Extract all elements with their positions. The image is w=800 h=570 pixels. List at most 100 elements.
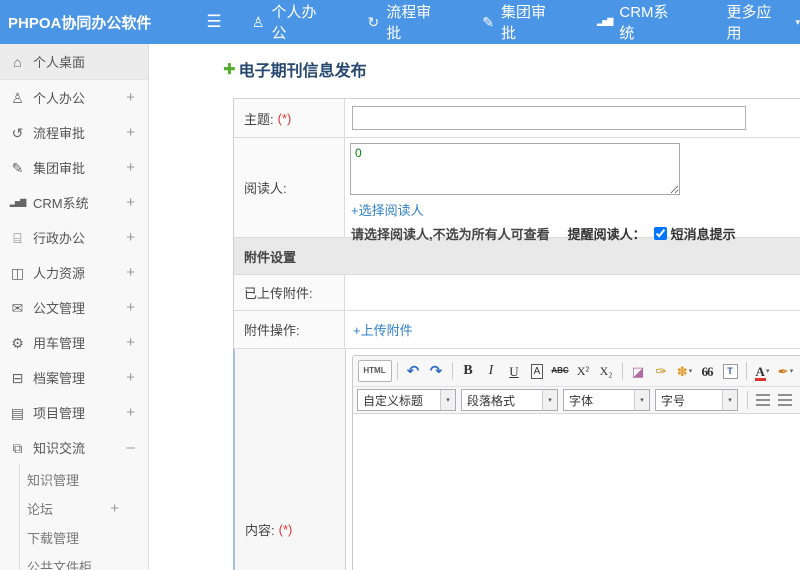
underline-icon[interactable]: U [504, 361, 525, 382]
sidebar-item-human-resources[interactable]: ◫ 人力资源 + [0, 255, 148, 290]
content-label: 内容: [245, 522, 275, 538]
nav-crm-system[interactable]: ▂▅▇ CRM系统 [597, 1, 693, 43]
readers-label: 阅读人: [244, 181, 287, 196]
expand-toggle-icon[interactable]: + [126, 229, 135, 246]
required-mark: (*) [277, 110, 292, 126]
italic-icon[interactable]: I [481, 361, 502, 382]
expand-toggle-icon[interactable]: + [110, 500, 119, 517]
attachment-action-label: 附件操作: [244, 323, 300, 338]
expand-toggle-icon[interactable]: + [126, 369, 135, 386]
eraser-icon[interactable]: ◪ [628, 361, 649, 382]
font-color-icon[interactable]: A ▾ [752, 361, 773, 382]
edit-icon: ✎ [11, 159, 24, 176]
uploaded-attachments-label: 已上传附件: [244, 286, 313, 301]
nav-workflow-approval[interactable]: ↻ 流程审批 [367, 1, 455, 43]
sidebar-item-public-file-cabinet[interactable]: 公共文件柜 [0, 552, 148, 570]
sidebar-item-workflow-approval[interactable]: ↺ 流程审批 + [0, 115, 148, 150]
attachment-action-row: 附件操作: +上传附件 [233, 311, 800, 349]
sidebar-item-crm-system[interactable]: ▂▅▇ CRM系统 + [0, 185, 148, 220]
expand-toggle-icon[interactable]: + [126, 404, 135, 421]
font-box-icon[interactable]: A [527, 361, 548, 382]
sidebar-item-group-approval[interactable]: ✎ 集团审批 + [0, 150, 148, 185]
undo-icon[interactable]: ↶ [403, 361, 424, 382]
font-family-select[interactable]: 字体 ▾ [563, 389, 650, 411]
sidebar-item-vehicle-management[interactable]: ⚙ 用车管理 + [0, 325, 148, 360]
page-title: ✚ 电子期刊信息发布 [223, 57, 800, 81]
paste-text-icon[interactable]: T [720, 361, 741, 382]
expand-toggle-icon[interactable]: + [126, 159, 135, 176]
sidebar-item-archive-management[interactable]: ⊟ 档案管理 + [0, 360, 148, 395]
sidebar-item-personal-desktop[interactable]: ⌂ 个人桌面 [0, 44, 148, 80]
blockquote-icon[interactable]: 66 [697, 361, 718, 382]
sidebar-item-download-management[interactable]: 下载管理 [0, 523, 148, 552]
book-icon: ◫ [10, 264, 25, 281]
project-icon: ▤ [10, 404, 25, 421]
expand-toggle-icon[interactable]: – [127, 439, 135, 456]
top-nav: ♙ 个人办公 ↻ 流程审批 ✎ 集团审批 ▂▅▇ CRM系统 更多应用 ▾ [225, 1, 800, 43]
source-code-button[interactable]: HTML [358, 360, 392, 382]
sms-remind-checkbox[interactable] [653, 227, 667, 240]
readers-hint: 请选择阅读人,不选为所有人可查看 [351, 227, 550, 242]
subscript-icon[interactable]: X₂ [596, 361, 617, 382]
sidebar-item-project-management[interactable]: ▤ 项目管理 + [0, 395, 148, 430]
format-brush-icon[interactable]: ✑ [651, 361, 672, 382]
edit-icon: ✎ [482, 14, 494, 30]
publish-form: 主题: (*) 阅读人: 0 +选择阅读人 请选择阅读人,不选为所有人可查看 提… [233, 98, 800, 570]
required-mark: (*) [278, 521, 293, 537]
editor-toolbar-row2: 自定义标题 ▾ 段落格式 ▾ 字体 ▾ 字号 ▾ [353, 387, 800, 414]
font-size-select[interactable]: 字号 ▾ [655, 389, 738, 411]
nav-group-approval[interactable]: ✎ 集团审批 [482, 1, 570, 43]
uploaded-attachments-row: 已上传附件: [233, 275, 800, 311]
expand-toggle-icon[interactable]: + [126, 124, 135, 141]
workflow-icon: ↻ [367, 14, 380, 30]
expand-toggle-icon[interactable]: + [126, 194, 135, 211]
user-icon: ♙ [11, 89, 24, 106]
align-center-icon[interactable] [775, 390, 795, 410]
layers-icon: ⧉ [12, 439, 23, 456]
strikethrough-icon[interactable]: ABC [550, 361, 571, 382]
sidebar-item-knowledge-exchange[interactable]: ⧉ 知识交流 – [0, 430, 148, 465]
quick-format-icon[interactable]: ✽ ▾ [674, 361, 695, 382]
expand-toggle-icon[interactable]: + [126, 89, 135, 106]
upload-attachment-link[interactable]: +上传附件 [353, 320, 413, 339]
expand-toggle-icon[interactable]: + [126, 299, 135, 316]
editor-body[interactable] [353, 414, 800, 570]
add-icon: ✚ [223, 61, 236, 78]
paragraph-select[interactable]: 段落格式 ▾ [461, 389, 558, 411]
nav-more-apps[interactable]: 更多应用 ▾ [720, 1, 800, 43]
sidebar-item-knowledge-management[interactable]: 知识管理 [0, 465, 148, 494]
sidebar-item-admin-office[interactable]: ⌸ 行政办公 + [0, 220, 148, 255]
nav-personal-office[interactable]: ♙ 个人办公 [252, 1, 341, 43]
rich-text-editor: HTML ↶ ↷ B I U A ABC X² X₂ ◪ ✑ ✽ ▾ 66 T … [352, 355, 800, 570]
highlight-color-icon[interactable]: ✒ ▾ [775, 361, 796, 382]
superscript-icon[interactable]: X² [573, 361, 594, 382]
sidebar-item-personal-office[interactable]: ♙ 个人办公 + [0, 80, 148, 115]
sms-remind-label: 短消息提示 [670, 227, 736, 242]
car-icon: ⚙ [11, 334, 24, 351]
select-readers-link[interactable]: +选择阅读人 [351, 203, 424, 218]
sidebar-item-document-management[interactable]: ✉ 公文管理 + [0, 290, 148, 325]
subject-input[interactable] [352, 106, 746, 130]
page-title-text: 电子期刊信息发布 [238, 63, 367, 80]
readers-textarea[interactable]: 0 [350, 143, 680, 195]
editor-toolbar-row1: HTML ↶ ↷ B I U A ABC X² X₂ ◪ ✑ ✽ ▾ 66 T … [353, 356, 800, 387]
readers-row: 阅读人: 0 +选择阅读人 请选择阅读人,不选为所有人可查看 提醒阅读人： 短消… [233, 138, 800, 242]
style-select[interactable]: 自定义标题 ▾ [357, 389, 456, 411]
bar-chart-icon: ▂▅▇ [596, 17, 614, 26]
menu-toggle-icon[interactable]: ☰ [203, 12, 225, 32]
content-row: 内容: (*) HTML ↶ ↷ B I U A ABC X² X₂ ◪ ✑ ✽… [233, 349, 800, 570]
uploaded-attachments-value [345, 275, 800, 310]
user-icon: ♙ [251, 14, 265, 30]
bold-icon[interactable]: B [458, 361, 479, 382]
chevron-down-icon: ▾ [795, 16, 800, 27]
remind-readers-label: 提醒阅读人： [567, 227, 646, 242]
redo-icon[interactable]: ↷ [426, 361, 447, 382]
app-logo[interactable]: PHPOA协同办公软件 [0, 12, 203, 33]
sidebar-item-forum[interactable]: 论坛 + [0, 494, 148, 523]
main-content: ✚ 电子期刊信息发布 主题: (*) 阅读人: 0 +选择阅读人 请选择阅读人,… [149, 44, 800, 570]
align-left-icon[interactable] [753, 390, 773, 410]
expand-toggle-icon[interactable]: + [126, 264, 135, 281]
workflow-icon: ↺ [11, 124, 24, 141]
folder-icon: ✉ [11, 299, 24, 316]
expand-toggle-icon[interactable]: + [126, 334, 135, 351]
